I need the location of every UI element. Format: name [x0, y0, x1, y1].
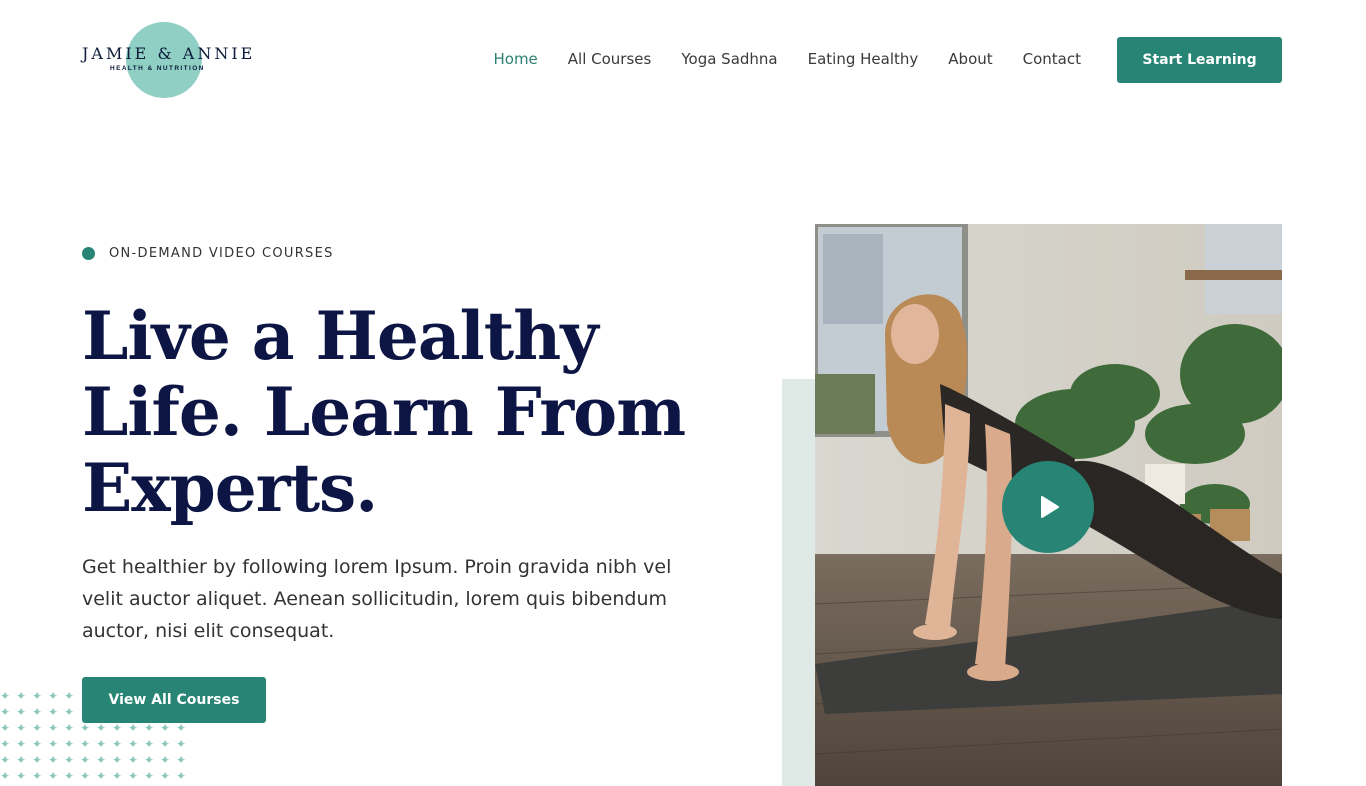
plus-mark-icon: ✦: [176, 737, 187, 751]
plus-mark-icon: ✦: [144, 753, 155, 767]
plus-mark-icon: ✦: [64, 721, 75, 735]
nav-item-all-courses[interactable]: All Courses: [568, 50, 652, 68]
plus-mark-icon: ✦: [16, 705, 27, 719]
start-learning-button[interactable]: Start Learning: [1117, 37, 1282, 83]
plus-mark-icon: ✦: [96, 769, 107, 783]
plus-mark-icon: ✦: [32, 753, 43, 767]
plus-mark-icon: ✦: [96, 721, 107, 735]
plus-mark-icon: ✦: [64, 769, 75, 783]
plus-mark-icon: ✦: [16, 753, 27, 767]
decorative-back-panel: [782, 379, 816, 786]
plus-mark-icon: ✦: [128, 721, 139, 735]
plus-mark-icon: ✦: [128, 769, 139, 783]
plus-mark-icon: ✦: [48, 705, 59, 719]
nav-item-home[interactable]: Home: [493, 50, 537, 68]
plus-mark-icon: ✦: [80, 769, 91, 783]
plus-mark-icon: ✦: [176, 753, 187, 767]
plus-mark-icon: ✦: [0, 721, 11, 735]
plus-mark-icon: ✦: [16, 689, 27, 703]
main-nav: Home All Courses Yoga Sadhna Eating Heal…: [493, 50, 1081, 68]
plus-mark-icon: ✦: [48, 721, 59, 735]
plus-mark-icon: ✦: [32, 721, 43, 735]
plus-mark-icon: ✦: [16, 769, 27, 783]
plus-mark-icon: ✦: [128, 753, 139, 767]
plus-mark-icon: ✦: [96, 753, 107, 767]
eyebrow-dot-icon: [82, 247, 95, 260]
plus-mark-icon: ✦: [144, 721, 155, 735]
plus-mark-icon: ✦: [144, 737, 155, 751]
plus-mark-icon: ✦: [112, 753, 123, 767]
plus-mark-icon: ✦: [16, 737, 27, 751]
plus-mark-icon: ✦: [48, 769, 59, 783]
plus-mark-icon: ✦: [80, 737, 91, 751]
plus-mark-icon: ✦: [176, 769, 187, 783]
play-video-button[interactable]: [1002, 461, 1094, 553]
plus-mark-icon: ✦: [160, 753, 171, 767]
plus-mark-icon: ✦: [32, 737, 43, 751]
hero-eyebrow: ON-DEMAND VIDEO COURSES: [82, 246, 334, 261]
plus-mark-icon: ✦: [112, 769, 123, 783]
plus-mark-icon: ✦: [0, 689, 11, 703]
plus-mark-icon: ✦: [160, 721, 171, 735]
plus-mark-icon: ✦: [80, 753, 91, 767]
hero-lead-text: Get healthier by following lorem Ipsum. …: [82, 556, 672, 642]
plus-mark-icon: ✦: [64, 753, 75, 767]
plus-mark-icon: ✦: [160, 737, 171, 751]
plus-mark-icon: ✦: [64, 705, 75, 719]
brand-logo[interactable]: JAMIE & ANNIE HEALTH & NUTRITION: [82, 20, 252, 100]
plus-mark-icon: ✦: [160, 769, 171, 783]
nav-item-yoga-sadhna[interactable]: Yoga Sadhna: [681, 50, 777, 68]
play-icon: [1041, 496, 1059, 518]
decorative-plus-pattern: ✦ ✦ ✦ ✦ ✦ ✦ ✦ ✦ ✦ ✦ ✦ ✦ ✦ ✦ ✦ ✦ ✦ ✦ ✦ ✦ ✦ ✦ ✦ ✦ ✦ ✦ ✦ ✦ ✦ ✦ ✦ ✦ ✦ ✦ ✦ ✦ ✦ ✦ ✦ ✦…: [0, 690, 190, 786]
plus-mark-icon: ✦: [32, 705, 43, 719]
plus-mark-icon: ✦: [96, 737, 107, 751]
plus-mark-icon: ✦: [48, 689, 59, 703]
plus-mark-icon: ✦: [128, 737, 139, 751]
plus-mark-icon: ✦: [32, 769, 43, 783]
hero-headline: Live a Healthy Life. Learn From Experts.: [82, 297, 686, 527]
plus-mark-icon: ✦: [64, 689, 75, 703]
plus-mark-icon: ✦: [16, 721, 27, 735]
plus-mark-icon: ✦: [112, 737, 123, 751]
plus-mark-icon: ✦: [48, 753, 59, 767]
plus-mark-icon: ✦: [176, 721, 187, 735]
plus-mark-icon: ✦: [0, 753, 11, 767]
brand-tagline: HEALTH & NUTRITION: [110, 65, 205, 72]
nav-item-about[interactable]: About: [948, 50, 992, 68]
plus-mark-icon: ✦: [32, 689, 43, 703]
plus-mark-icon: ✦: [0, 705, 11, 719]
nav-item-eating-healthy[interactable]: Eating Healthy: [808, 50, 919, 68]
plus-mark-icon: ✦: [144, 769, 155, 783]
eyebrow-label: ON-DEMAND VIDEO COURSES: [109, 246, 334, 261]
plus-mark-icon: ✦: [112, 721, 123, 735]
plus-mark-icon: ✦: [48, 737, 59, 751]
plus-mark-icon: ✦: [64, 737, 75, 751]
plus-mark-icon: ✦: [0, 737, 11, 751]
brand-name: JAMIE & ANNIE: [82, 44, 256, 63]
plus-mark-icon: ✦: [0, 769, 11, 783]
plus-mark-icon: ✦: [80, 721, 91, 735]
nav-item-contact[interactable]: Contact: [1023, 50, 1081, 68]
